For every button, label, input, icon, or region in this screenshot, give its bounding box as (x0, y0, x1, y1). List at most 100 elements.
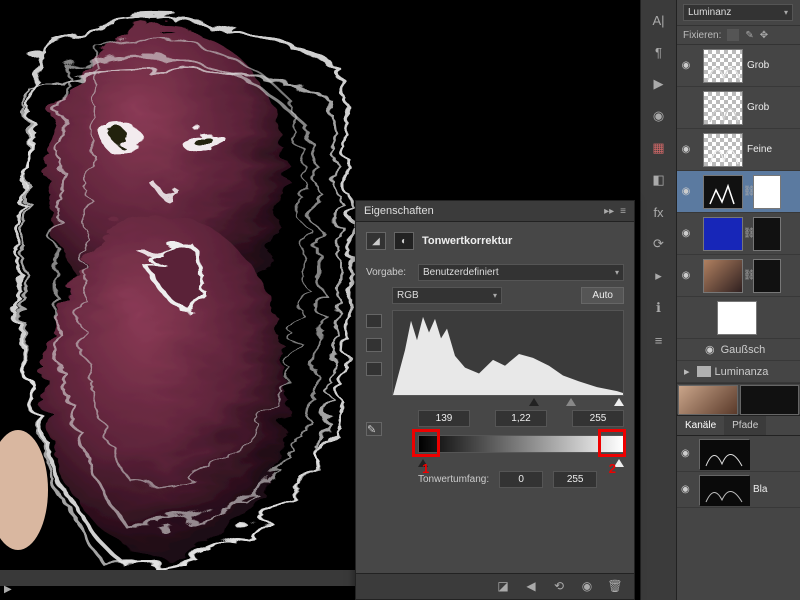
channel-thumbnail[interactable] (699, 475, 749, 505)
layer-item[interactable]: ◉ Feine (677, 129, 800, 171)
tab-channels[interactable]: Kanäle (677, 416, 724, 435)
properties-panel-header[interactable]: Eigenschaften ▸▸ ≡ (356, 201, 634, 222)
output-black-field[interactable] (499, 471, 543, 488)
layer-strip (677, 383, 800, 415)
levels-adjustment-icon[interactable]: ◢ (366, 232, 386, 250)
white-point-eyedropper-icon[interactable] (366, 362, 382, 376)
layer-item[interactable]: Grob (677, 87, 800, 129)
auto-button[interactable]: Auto (581, 287, 624, 304)
lock-position-icon[interactable]: ✥ (760, 30, 768, 41)
preset-value: Benutzerdefiniert (423, 267, 499, 278)
visibility-toggle-icon[interactable]: ◉ (679, 186, 693, 197)
chevron-right-icon[interactable]: ▸ (681, 365, 693, 378)
layer-link-icon[interactable]: ⛓ (743, 186, 753, 197)
mask-mode-icon[interactable]: ◐ (394, 232, 414, 250)
properties-panel-icon[interactable]: ≡ (645, 328, 673, 352)
input-black-field[interactable] (418, 410, 470, 427)
layer-item[interactable]: ◉ ⛓ (677, 213, 800, 255)
layer-link-icon[interactable]: ⛓ (743, 228, 753, 239)
layer-thumbnail[interactable] (678, 385, 738, 415)
adjustment-layer-icon[interactable] (703, 217, 743, 251)
channel-item[interactable]: ◉ Bla (677, 472, 800, 508)
input-mid-field[interactable] (495, 410, 547, 427)
canvas-scrollbar-horizontal[interactable] (0, 570, 370, 586)
panel-icon-strip: A| ¶ ▶ ◉ ▦ ◧ fx ⟳ ▸ ℹ ≡ (640, 0, 676, 600)
layer-name[interactable]: Grob (743, 60, 769, 71)
channel-item[interactable]: ◉ (677, 436, 800, 472)
channels-tabs: Kanäle Pfade (677, 415, 800, 436)
layer-thumbnail[interactable] (703, 91, 743, 125)
layer-link-icon[interactable]: ⛓ (743, 270, 753, 281)
layer-mask-thumbnail[interactable] (753, 217, 781, 251)
tab-paths[interactable]: Pfade (724, 416, 766, 435)
layer-thumbnail[interactable] (703, 259, 743, 293)
channel-name: Bla (753, 484, 767, 495)
visibility-toggle-icon[interactable]: ◉ (681, 448, 695, 459)
adjustment-layer-icon[interactable] (703, 175, 743, 209)
visibility-toggle-icon[interactable]: ◉ (679, 228, 693, 239)
layer-item-selected[interactable]: ◉ ⛓ (677, 171, 800, 213)
input-white-field[interactable] (572, 410, 624, 427)
visibility-toggle-icon[interactable]: ◉ (705, 343, 715, 356)
black-point-eyedropper-icon[interactable] (366, 314, 382, 328)
histogram[interactable] (392, 310, 624, 396)
layer-group-row[interactable]: ▸ Luminanza (677, 361, 800, 383)
channel-value: RGB (397, 290, 419, 301)
layer-mask-thumbnail[interactable] (753, 259, 781, 293)
adjustments-panel-icon[interactable]: ◧ (645, 168, 673, 192)
reset-icon[interactable]: ⟲ (550, 579, 568, 595)
visibility-toggle-icon[interactable]: ◉ (679, 60, 693, 71)
layer-name[interactable]: Grob (743, 102, 769, 113)
navigator-panel-icon[interactable]: ▶ (645, 72, 673, 96)
blend-mode-select[interactable]: Luminanz ▾ (683, 4, 793, 21)
visibility-toggle-icon[interactable]: ◉ (679, 270, 693, 281)
paragraph-panel-icon[interactable]: ¶ (645, 40, 673, 64)
edit-points-icon[interactable]: ✎ (366, 422, 382, 436)
toggle-visibility-icon[interactable]: ◉ (578, 579, 596, 595)
panel-menu-icon[interactable]: ≡ (620, 206, 626, 217)
layer-item[interactable] (677, 297, 800, 339)
actions-panel-icon[interactable]: ▸ (645, 264, 673, 288)
layer-group-name[interactable]: Luminanza (715, 366, 769, 378)
swatches-panel-icon[interactable]: ▦ (645, 136, 673, 160)
layer-name[interactable]: Feine (743, 144, 772, 155)
info-panel-icon[interactable]: ℹ (645, 296, 673, 320)
output-levels-gradient[interactable] (418, 435, 624, 453)
history-panel-icon[interactable]: ⟳ (645, 232, 673, 256)
layer-thumbnail[interactable] (703, 133, 743, 167)
smart-filter-row[interactable]: ◉ Gaußsch (677, 339, 800, 361)
styles-panel-icon[interactable]: fx (645, 200, 673, 224)
clip-to-layer-icon[interactable]: ◪ (494, 579, 512, 595)
visibility-toggle-icon[interactable]: ◉ (679, 144, 693, 155)
canvas-viewport[interactable] (0, 0, 370, 570)
layer-thumbnail[interactable] (717, 301, 757, 335)
previous-state-icon[interactable]: ◀ (522, 579, 540, 595)
layer-item[interactable]: ◉ ⛓ (677, 255, 800, 297)
folder-icon (697, 366, 711, 377)
preset-select[interactable]: Benutzerdefiniert ▾ (418, 264, 624, 281)
layer-mask-thumbnail[interactable] (753, 175, 781, 209)
lock-pixels-icon[interactable]: ✎ (745, 30, 753, 41)
input-black-handle[interactable] (529, 398, 539, 406)
collapse-icon[interactable]: ▸▸ (604, 206, 614, 217)
output-white-field[interactable] (553, 471, 597, 488)
preset-label: Vorgabe: (366, 267, 412, 278)
channel-thumbnail[interactable] (699, 439, 749, 469)
delete-adjustment-icon[interactable]: 🗑 (606, 579, 624, 595)
lock-transparency-icon[interactable] (727, 29, 739, 41)
timeline-play-icon[interactable]: ▶ (4, 584, 12, 595)
color-panel-icon[interactable]: ◉ (645, 104, 673, 128)
input-white-handle[interactable] (614, 398, 624, 406)
layer-thumbnail[interactable] (740, 385, 800, 415)
properties-panel: Eigenschaften ▸▸ ≡ ◢ ◐ Tonwertkorrektur … (355, 200, 635, 600)
output-levels-slider[interactable] (418, 455, 624, 467)
channel-select[interactable]: RGB ▾ (392, 287, 502, 304)
input-mid-handle[interactable] (566, 398, 576, 406)
layer-thumbnail[interactable] (703, 49, 743, 83)
input-levels-slider[interactable] (418, 396, 624, 406)
type-tool-icon[interactable]: A| (645, 8, 673, 32)
layer-list: ◉ Grob Grob ◉ Feine ◉ ⛓ ◉ ⛓ (677, 45, 800, 415)
visibility-toggle-icon[interactable]: ◉ (681, 484, 695, 495)
layer-item[interactable]: ◉ Grob (677, 45, 800, 87)
gray-point-eyedropper-icon[interactable] (366, 338, 382, 352)
